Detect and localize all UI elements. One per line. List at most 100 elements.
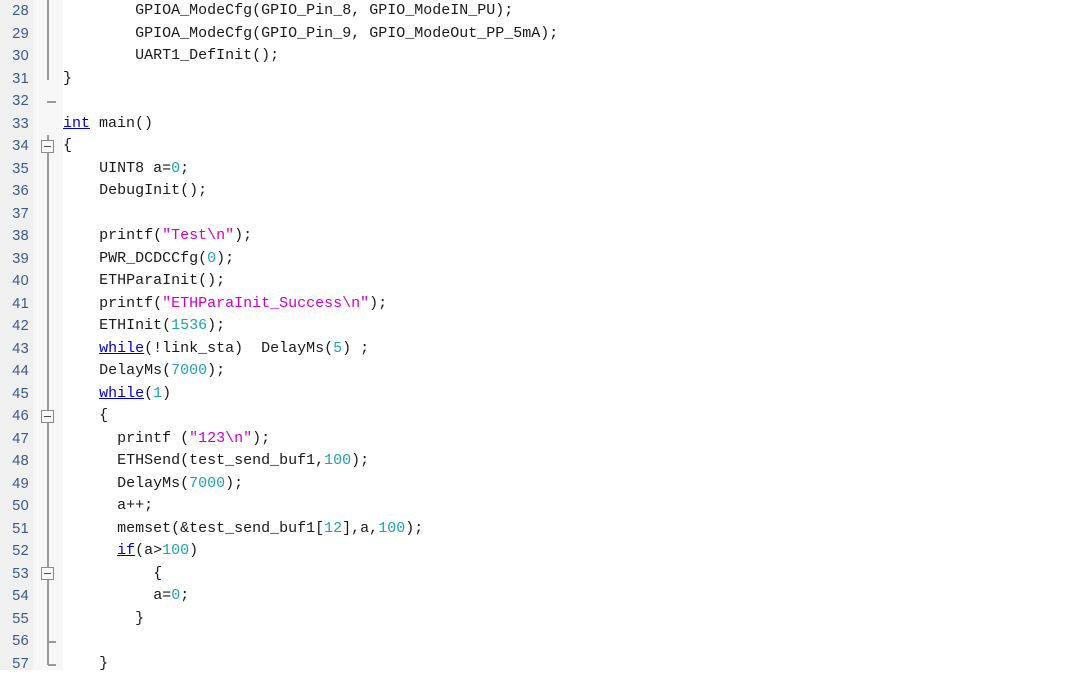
code-line-43[interactable]: while(!link_sta) DelayMs(5) ; (99, 338, 369, 361)
code-token-str: "123\n" (189, 430, 252, 447)
line-number-43: 43 (0, 338, 29, 361)
code-line-41[interactable]: printf("ETHParaInit_Success\n"); (99, 293, 387, 316)
code-token-plain: ); (405, 520, 423, 537)
code-token-plain: ; (180, 160, 189, 177)
code-line-49[interactable]: DelayMs(7000); (117, 473, 243, 496)
code-token-plain: ],a, (342, 520, 378, 537)
line-number-29: 29 (0, 23, 29, 46)
code-token-plain: } (63, 70, 72, 87)
code-token-num: 1 (153, 385, 162, 402)
code-token-plain: printf ( (117, 430, 189, 447)
line-number-56: 56 (0, 630, 29, 653)
code-line-50[interactable]: a++; (117, 495, 153, 518)
line-number-34: 34 (0, 135, 29, 158)
code-line-42[interactable]: ETHInit(1536); (99, 315, 225, 338)
line-number-31: 31 (0, 68, 29, 91)
code-line-55[interactable]: } (135, 608, 144, 631)
line-number-38: 38 (0, 225, 29, 248)
line-number-gutter: 2829303132333435363738394041424344454647… (0, 0, 33, 670)
code-token-num: 0 (171, 160, 180, 177)
code-token-plain: DelayMs( (99, 362, 171, 379)
line-number-36: 36 (0, 180, 29, 203)
code-token-plain: memset(&test_send_buf1[ (117, 520, 324, 537)
line-number-53: 53 (0, 563, 29, 586)
code-line-53[interactable]: { (153, 563, 162, 586)
code-line-57[interactable]: } (99, 653, 108, 675)
code-token-plain: ; (180, 587, 189, 604)
code-line-29[interactable]: GPIOA_ModeCfg(GPIO_Pin_9, GPIO_ModeOut_P… (135, 23, 558, 46)
line-number-55: 55 (0, 608, 29, 631)
code-token-plain: GPIOA_ModeCfg(GPIO_Pin_9, GPIO_ModeOut_P… (135, 25, 558, 42)
code-line-48[interactable]: ETHSend(test_send_buf1,100); (117, 450, 369, 473)
code-line-38[interactable]: printf("Test\n"); (99, 225, 252, 248)
line-number-39: 39 (0, 248, 29, 271)
code-token-plain: PWR_DCDCCfg( (99, 250, 207, 267)
line-number-48: 48 (0, 450, 29, 473)
code-line-51[interactable]: memset(&test_send_buf1[12],a,100); (117, 518, 423, 541)
code-token-plain: (a> (135, 542, 162, 559)
line-number-54: 54 (0, 585, 29, 608)
fold-box-main[interactable] (41, 140, 54, 153)
code-line-33[interactable]: int main() (63, 113, 153, 136)
code-line-46[interactable]: { (99, 405, 108, 428)
line-number-44: 44 (0, 360, 29, 383)
code-token-num: 5 (333, 340, 342, 357)
code-token-num: 100 (378, 520, 405, 537)
code-line-28[interactable]: GPIOA_ModeCfg(GPIO_Pin_8, GPIO_ModeIN_PU… (135, 0, 513, 23)
code-token-str: "Test\n" (162, 227, 234, 244)
code-text-area[interactable]: GPIOA_ModeCfg(GPIO_Pin_8, GPIO_ModeIN_PU… (63, 0, 1069, 670)
code-token-plain: { (63, 137, 72, 154)
code-token-plain: ) (189, 542, 198, 559)
code-token-num: 0 (171, 587, 180, 604)
code-token-kw: while (99, 340, 144, 357)
line-number-47: 47 (0, 428, 29, 451)
code-token-num: 100 (324, 452, 351, 469)
fold-tick-57 (48, 664, 56, 666)
code-line-36[interactable]: DebugInit(); (99, 180, 207, 203)
code-line-31[interactable]: } (63, 68, 72, 91)
line-number-30: 30 (0, 45, 29, 68)
code-token-str: "ETHParaInit_Success\n" (162, 295, 369, 312)
code-token-plain: DebugInit(); (99, 182, 207, 199)
code-line-34[interactable]: { (63, 135, 72, 158)
code-token-plain: ( (144, 385, 153, 402)
code-token-plain: ); (369, 295, 387, 312)
code-token-num: 7000 (171, 362, 207, 379)
fold-box-while-loop[interactable] (41, 410, 54, 423)
code-fold-margin[interactable] (33, 0, 63, 670)
line-number-32: 32 (0, 90, 29, 113)
code-token-plain: UINT8 a= (99, 160, 171, 177)
line-number-50: 50 (0, 495, 29, 518)
code-line-47[interactable]: printf ("123\n"); (117, 428, 270, 451)
code-token-plain: } (99, 655, 108, 672)
code-token-plain: ETHSend(test_send_buf1, (117, 452, 324, 469)
code-token-plain: ETHInit( (99, 317, 171, 334)
code-token-plain: { (153, 565, 162, 582)
code-line-39[interactable]: PWR_DCDCCfg(0); (99, 248, 234, 271)
code-token-kw: int (63, 115, 90, 132)
code-line-44[interactable]: DelayMs(7000); (99, 360, 225, 383)
line-number-41: 41 (0, 293, 29, 316)
code-line-45[interactable]: while(1) (99, 383, 171, 406)
code-token-plain: printf( (99, 227, 162, 244)
code-token-plain: ); (216, 250, 234, 267)
fold-tick-56 (48, 641, 56, 643)
line-number-40: 40 (0, 270, 29, 293)
code-line-52[interactable]: if(a>100) (117, 540, 198, 563)
code-token-plain: UART1_DefInit(); (135, 47, 279, 64)
line-number-35: 35 (0, 158, 29, 181)
code-token-num: 0 (207, 250, 216, 267)
code-line-54[interactable]: a=0; (153, 585, 189, 608)
code-token-plain: ); (225, 475, 243, 492)
code-line-30[interactable]: UART1_DefInit(); (135, 45, 279, 68)
code-token-plain: (!link_sta) DelayMs( (144, 340, 333, 357)
line-number-28: 28 (0, 0, 29, 23)
code-editor[interactable]: 2829303132333435363738394041424344454647… (0, 0, 1069, 670)
code-token-plain: ) ; (342, 340, 369, 357)
code-token-kw: if (117, 542, 135, 559)
fold-box-if-block[interactable] (41, 567, 54, 580)
code-token-plain: a++; (117, 497, 153, 514)
code-line-35[interactable]: UINT8 a=0; (99, 158, 189, 181)
code-token-plain: { (99, 407, 108, 424)
code-line-40[interactable]: ETHParaInit(); (99, 270, 225, 293)
